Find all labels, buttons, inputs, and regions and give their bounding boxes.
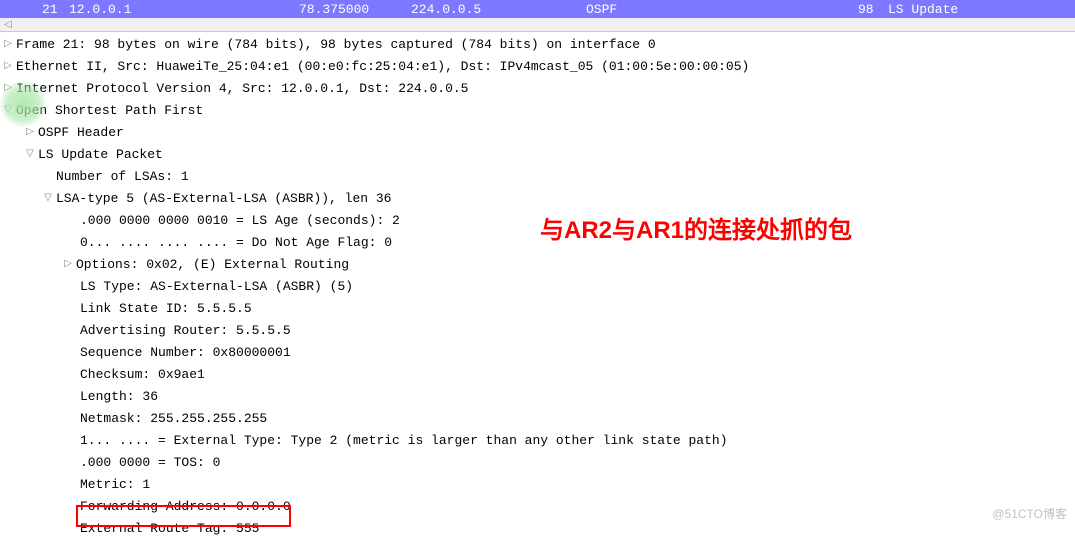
metric-text: Metric: 1: [80, 475, 150, 495]
ext-tag-text: External Route Tag: 555: [80, 519, 259, 539]
options-text: Options: 0x02, (E) External Routing: [76, 255, 349, 275]
tos-row[interactable]: .000 0000 = TOS: 0: [0, 452, 1075, 474]
lsa-type-row[interactable]: LSA-type 5 (AS-External-LSA (ASBR)), len…: [0, 188, 1075, 210]
lsa-type-text: LSA-type 5 (AS-External-LSA (ASBR)), len…: [56, 189, 391, 209]
checksum-row[interactable]: Checksum: 0x9ae1: [0, 364, 1075, 386]
ethernet-text: Ethernet II, Src: HuaweiTe_25:04:e1 (00:…: [16, 57, 749, 77]
link-state-id-text: Link State ID: 5.5.5.5: [80, 299, 252, 319]
col-no: 21: [4, 2, 54, 16]
num-lsas-text: Number of LSAs: 1: [56, 167, 189, 187]
fwd-addr-row[interactable]: Forwarding Address: 0.0.0.0: [0, 496, 1075, 518]
length-text: Length: 36: [80, 387, 158, 407]
ethernet-row[interactable]: Ethernet II, Src: HuaweiTe_25:04:e1 (00:…: [0, 56, 1075, 78]
netmask-text: Netmask: 255.255.255.255: [80, 409, 267, 429]
ospf-text: Open Shortest Path First: [16, 101, 203, 121]
ls-update-row[interactable]: LS Update Packet: [0, 144, 1075, 166]
expand-icon[interactable]: [62, 255, 74, 275]
packet-list-row[interactable]: 21 12.0.0.1 78.375000 224.0.0.5 OSPF 98 …: [0, 0, 1075, 18]
seq-num-row[interactable]: Sequence Number: 0x80000001: [0, 342, 1075, 364]
packet-details-pane[interactable]: Frame 21: 98 bytes on wire (784 bits), 9…: [0, 32, 1075, 542]
col-time: 78.375000: [299, 2, 411, 16]
watermark: @51CTO博客: [992, 505, 1067, 522]
fwd-addr-text: Forwarding Address: 0.0.0.0: [80, 497, 291, 517]
link-state-id-row[interactable]: Link State ID: 5.5.5.5: [0, 298, 1075, 320]
ip-text: Internet Protocol Version 4, Src: 12.0.0…: [16, 79, 468, 99]
col-info: LS Update: [888, 2, 1071, 16]
ospf-header-row[interactable]: OSPF Header: [0, 122, 1075, 144]
metric-row[interactable]: Metric: 1: [0, 474, 1075, 496]
checksum-text: Checksum: 0x9ae1: [80, 365, 205, 385]
ls-type-field-row[interactable]: LS Type: AS-External-LSA (ASBR) (5): [0, 276, 1075, 298]
adv-router-text: Advertising Router: 5.5.5.5: [80, 321, 291, 341]
col-source: 12.0.0.1: [54, 2, 299, 16]
dna-flag-text: 0... .... .... .... = Do Not Age Flag: 0: [80, 233, 392, 253]
frame-text: Frame 21: 98 bytes on wire (784 bits), 9…: [16, 35, 656, 55]
col-destination: 224.0.0.5: [411, 2, 586, 16]
ext-type-row[interactable]: 1... .... = External Type: Type 2 (metri…: [0, 430, 1075, 452]
ls-age-row[interactable]: .000 0000 0000 0010 = LS Age (seconds): …: [0, 210, 1075, 232]
ext-type-text: 1... .... = External Type: Type 2 (metri…: [80, 431, 728, 451]
adv-router-row[interactable]: Advertising Router: 5.5.5.5: [0, 320, 1075, 342]
ospf-header-text: OSPF Header: [38, 123, 124, 143]
netmask-row[interactable]: Netmask: 255.255.255.255: [0, 408, 1075, 430]
frame-row[interactable]: Frame 21: 98 bytes on wire (784 bits), 9…: [0, 34, 1075, 56]
nav-left-icon[interactable]: ◁: [4, 19, 12, 31]
annotation-text: 与AR2与AR1的连接处抓的包: [540, 210, 852, 245]
seq-num-text: Sequence Number: 0x80000001: [80, 343, 291, 363]
collapse-icon[interactable]: [42, 189, 54, 209]
expand-icon[interactable]: [24, 123, 36, 143]
tos-text: .000 0000 = TOS: 0: [80, 453, 220, 473]
expand-icon[interactable]: [2, 57, 14, 77]
ls-update-text: LS Update Packet: [38, 145, 163, 165]
ls-type-field-text: LS Type: AS-External-LSA (ASBR) (5): [80, 277, 353, 297]
expand-icon[interactable]: [2, 35, 14, 55]
num-lsas-row[interactable]: Number of LSAs: 1: [0, 166, 1075, 188]
expand-icon[interactable]: [2, 79, 14, 99]
ls-age-text: .000 0000 0000 0010 = LS Age (seconds): …: [80, 211, 400, 231]
ext-tag-row[interactable]: External Route Tag: 555: [0, 518, 1075, 540]
collapse-icon[interactable]: [24, 145, 36, 165]
col-protocol: OSPF: [586, 2, 858, 16]
nav-bar: ◁: [0, 18, 1075, 32]
col-length: 98: [858, 2, 888, 16]
length-row[interactable]: Length: 36: [0, 386, 1075, 408]
options-row[interactable]: Options: 0x02, (E) External Routing: [0, 254, 1075, 276]
ip-row[interactable]: Internet Protocol Version 4, Src: 12.0.0…: [0, 78, 1075, 100]
dna-flag-row[interactable]: 0... .... .... .... = Do Not Age Flag: 0: [0, 232, 1075, 254]
collapse-icon[interactable]: [2, 101, 14, 121]
ospf-row[interactable]: Open Shortest Path First: [0, 100, 1075, 122]
